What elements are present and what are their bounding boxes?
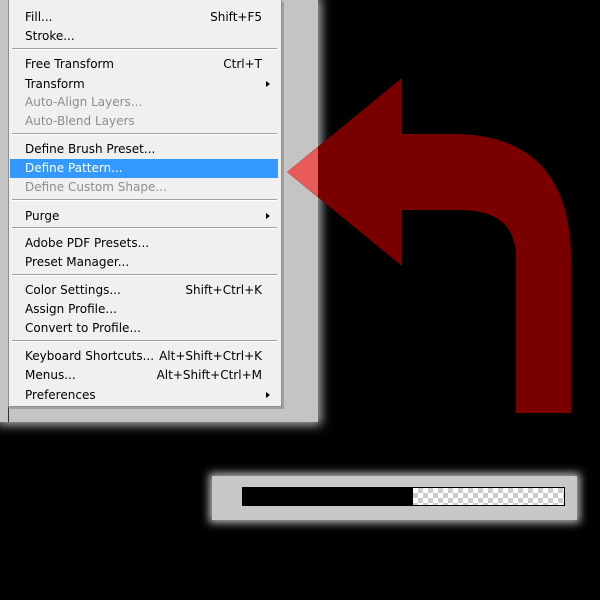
arrow-body <box>287 78 571 413</box>
progress-fill <box>243 488 414 505</box>
canvas: Fill... Shift+F5 Stroke... Free Transfor… <box>0 0 600 600</box>
arrow-tip-highlight <box>287 147 318 197</box>
progress-bar <box>242 487 565 506</box>
